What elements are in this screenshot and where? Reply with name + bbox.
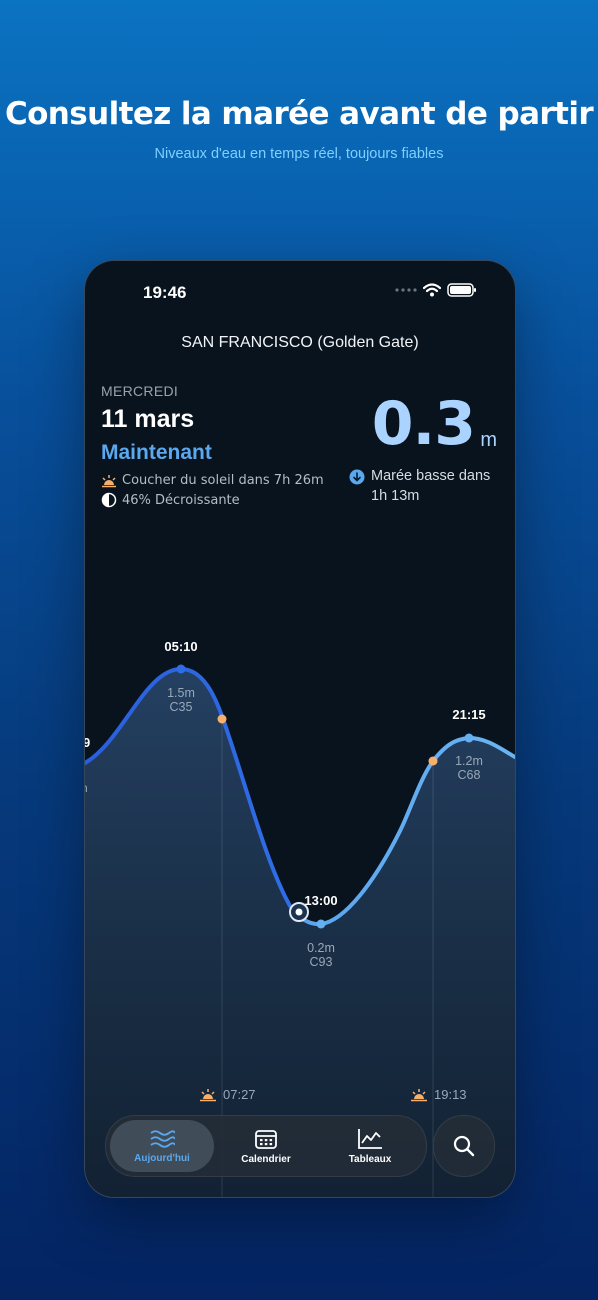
tab-tables[interactable]: Tableaux — [318, 1120, 422, 1172]
sunset-icon — [411, 1088, 427, 1101]
date-label: 11 mars — [101, 405, 195, 433]
sunrise-time: 07:27 — [223, 1087, 256, 1102]
moon-phase-icon — [101, 492, 117, 508]
calendar-icon — [255, 1129, 277, 1149]
location-title[interactable]: SAN FRANCISCO (Golden Gate) — [85, 334, 515, 352]
tab-bar: Aujourd'hui Calendrier Tableaux — [105, 1115, 427, 1177]
sunset-time: 19:13 — [434, 1087, 467, 1102]
sunset-marker — [428, 756, 438, 766]
next-tide-label: Marée basse dans — [371, 468, 491, 484]
current-position-dot — [295, 908, 303, 916]
search-button[interactable] — [433, 1115, 495, 1177]
next-tide-time: 1h 13m — [371, 488, 420, 504]
tab-calendar[interactable]: Calendrier — [214, 1120, 318, 1172]
now-label: Maintenant — [101, 441, 212, 464]
battery-icon — [447, 283, 476, 297]
waves-icon — [150, 1129, 175, 1148]
left-edge-label: 9 — [85, 735, 90, 750]
signal-icon — [395, 288, 417, 292]
search-icon — [453, 1135, 475, 1157]
promo-subline: Niveaux d'eau en temps réel, toujours fi… — [154, 146, 444, 162]
sunrise-icon — [200, 1088, 216, 1101]
current-height: 0.3 — [371, 389, 476, 459]
tide-time-label: 21:15 — [452, 707, 486, 722]
low-tide-marker[interactable] — [316, 919, 326, 929]
high-tide-marker[interactable] — [464, 733, 474, 743]
tide-coef-label: C93 — [309, 955, 333, 969]
tide-height-label: 1.5m — [167, 686, 195, 700]
wifi-icon — [423, 283, 441, 297]
tide-height-label: 1.2m — [455, 754, 483, 768]
tab-label: Aujourd'hui — [134, 1152, 190, 1164]
tab-label: Tableaux — [348, 1153, 392, 1165]
arrow-down-circle-icon — [349, 469, 365, 485]
sunrise-label: 07:27 — [199, 1087, 256, 1102]
tide-time-label: 05:10 — [164, 639, 198, 654]
current-height-unit: m — [480, 429, 497, 451]
sunset-info: Coucher du soleil dans 7h 26m — [101, 473, 324, 488]
day-name: MERCREDI — [101, 383, 179, 399]
next-tide-info: Marée basse dans 1h 13m — [349, 466, 511, 506]
status-time: 19:46 — [143, 283, 187, 302]
tab-label: Calendrier — [241, 1153, 291, 1165]
left-edge-sub: n — [85, 781, 88, 795]
sunset-icon — [102, 474, 116, 487]
moon-text: 46% Décroissante — [122, 492, 240, 508]
phone-screen: 19:46 SAN FRANCISCO (Golden Gate) MERCRE… — [84, 260, 516, 1198]
sunset-label: 19:13 — [410, 1087, 467, 1102]
tide-height-label: 0.2m — [307, 941, 335, 955]
promo-headline: Consultez la marée avant de partir — [4, 96, 594, 132]
tide-coef-label: C35 — [169, 700, 193, 714]
tide-time-label: 13:00 — [304, 893, 338, 908]
moon-info: 46% Décroissante — [101, 492, 240, 508]
high-tide-marker[interactable] — [176, 664, 186, 674]
status-icons — [395, 283, 477, 297]
tab-today[interactable]: Aujourd'hui — [110, 1120, 214, 1172]
chart-icon — [358, 1128, 382, 1149]
sunset-text: Coucher du soleil dans 7h 26m — [122, 473, 324, 488]
sunrise-marker — [217, 714, 227, 724]
tide-coef-label: C68 — [457, 768, 481, 782]
